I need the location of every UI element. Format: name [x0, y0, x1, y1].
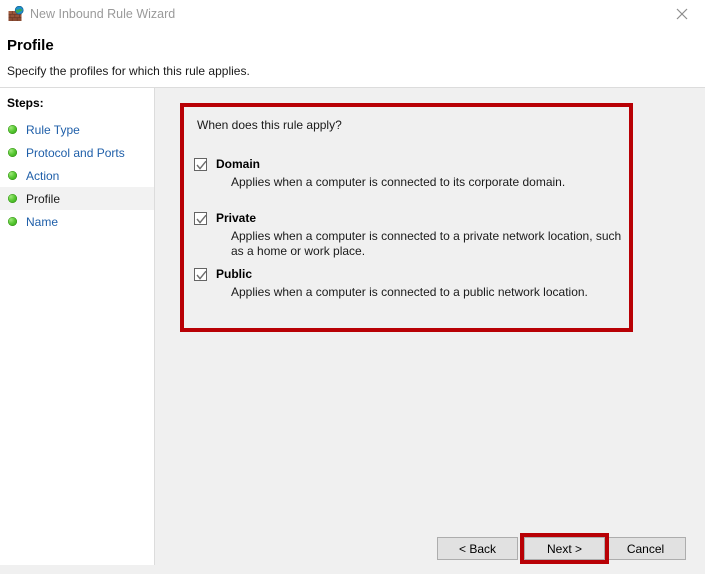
public-description: Applies when a computer is connected to …	[231, 285, 588, 299]
green-orb-icon	[8, 171, 17, 180]
sidebar-item-protocol-and-ports[interactable]: Protocol and Ports	[0, 141, 154, 164]
sidebar-item-name[interactable]: Name	[0, 210, 154, 233]
page-subtitle: Specify the profiles for which this rule…	[7, 64, 250, 78]
sidebar-item-label: Protocol and Ports	[26, 145, 125, 160]
private-description: Applies when a computer is connected to …	[231, 229, 622, 258]
back-button[interactable]: < Back	[437, 537, 518, 560]
profile-option-private: Private Applies when a computer is conne…	[194, 211, 621, 259]
public-checkbox[interactable]	[194, 268, 207, 281]
cancel-button[interactable]: Cancel	[605, 537, 686, 560]
sidebar-item-rule-type[interactable]: Rule Type	[0, 118, 154, 141]
close-icon[interactable]	[659, 0, 705, 28]
sidebar-item-label: Rule Type	[26, 122, 80, 137]
public-label: Public	[216, 267, 253, 281]
sidebar-item-profile[interactable]: Profile	[0, 187, 154, 210]
profile-question-label: When does this rule apply?	[197, 118, 342, 132]
sidebar-item-action[interactable]: Action	[0, 164, 154, 187]
next-button[interactable]: Next >	[524, 537, 605, 560]
sidebar-item-label: Action	[26, 168, 60, 183]
domain-description: Applies when a computer is connected to …	[231, 175, 566, 189]
green-orb-icon	[8, 148, 17, 157]
steps-list: Rule Type Protocol and Ports Action Prof…	[0, 118, 154, 233]
steps-heading: Steps:	[7, 96, 44, 110]
private-checkbox[interactable]	[194, 212, 207, 225]
domain-checkbox[interactable]	[194, 158, 207, 171]
firewall-brick-globe-icon	[8, 5, 24, 22]
green-orb-icon	[8, 125, 17, 134]
profile-option-domain: Domain Applies when a computer is connec…	[194, 157, 614, 190]
profile-option-public: Public Applies when a computer is connec…	[194, 267, 614, 300]
green-orb-icon	[8, 217, 17, 226]
sidebar-item-label: Profile	[26, 191, 61, 206]
title-bar: New Inbound Rule Wizard	[0, 0, 705, 28]
green-orb-icon	[8, 194, 17, 203]
body-area: Steps: Rule Type Protocol and Ports Acti…	[0, 88, 705, 574]
sidebar-item-label: Name	[26, 214, 59, 229]
window-title: New Inbound Rule Wizard	[30, 7, 176, 21]
page-header: Profile Specify the profiles for which t…	[0, 28, 705, 88]
steps-sidebar: Steps: Rule Type Protocol and Ports Acti…	[0, 88, 155, 565]
main-panel: When does this rule apply? Domain Applie…	[156, 88, 705, 574]
private-label: Private	[216, 211, 257, 225]
page-title: Profile	[7, 37, 54, 54]
domain-label: Domain	[216, 157, 261, 171]
